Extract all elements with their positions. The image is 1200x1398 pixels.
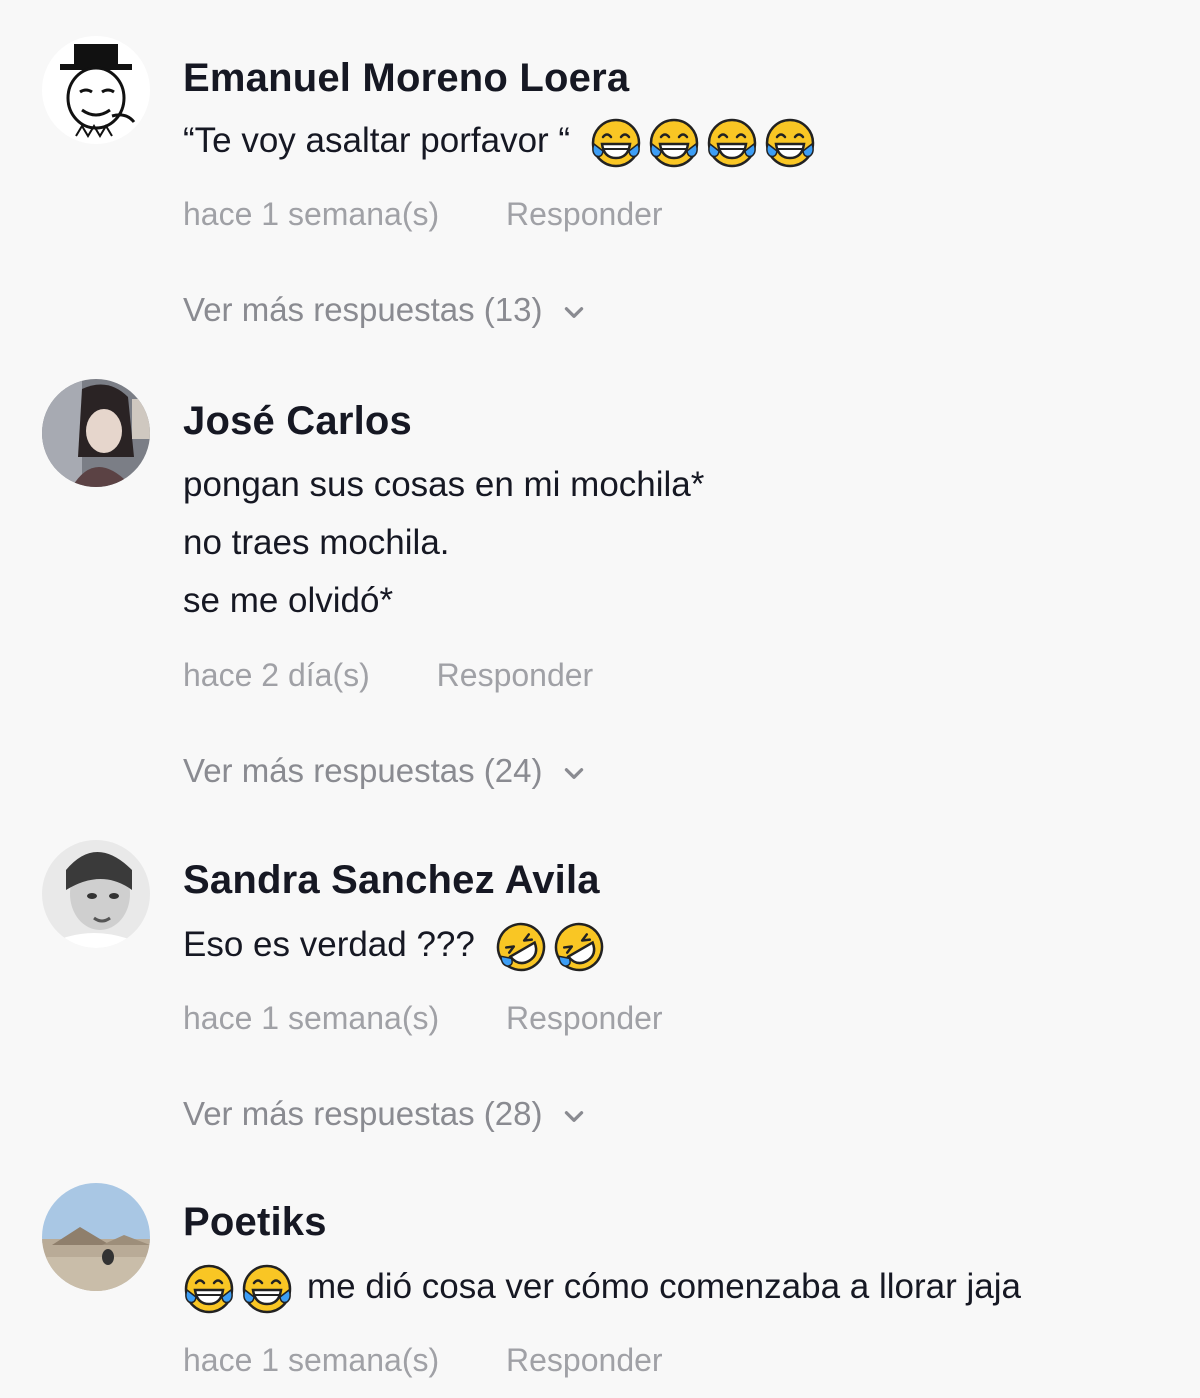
reply-button[interactable]: Responder	[506, 1000, 663, 1036]
view-more-replies-button[interactable]: Ver más respuestas (28)	[183, 1094, 587, 1134]
avatar[interactable]	[42, 840, 150, 948]
comment-text-line: pongan sus cosas en mi mochila*	[183, 465, 705, 504]
comment-meta: hace 1 semana(s) Responder	[183, 998, 663, 1038]
face-with-tears-of-joy-icon	[590, 117, 642, 169]
rolling-on-floor-laughing-icon	[495, 921, 547, 973]
username[interactable]: Poetiks	[183, 1198, 327, 1246]
timestamp: hace 1 semana(s)	[183, 1342, 440, 1378]
reply-button[interactable]: Responder	[506, 1342, 663, 1378]
comment-text: Eso es verdad ???	[183, 916, 611, 974]
view-more-replies-label: Ver más respuestas (13)	[183, 291, 543, 328]
comment-text: pongan sus cosas en mi mochila* no traes…	[183, 456, 704, 630]
comment-text-line: se me olvidó*	[183, 581, 394, 620]
timestamp: hace 1 semana(s)	[183, 196, 440, 232]
comment-text-line: me dió cosa ver cómo comenzaba a llorar …	[307, 1267, 1021, 1306]
timestamp: hace 1 semana(s)	[183, 1000, 440, 1036]
username[interactable]: Emanuel Moreno Loera	[183, 54, 629, 102]
comment-text-line: no traes mochila.	[183, 523, 450, 562]
comment-meta: hace 2 día(s) Responder	[183, 655, 593, 695]
rolling-on-floor-laughing-icon	[553, 921, 605, 973]
comment-text-line: Eso es verdad ???	[183, 925, 475, 964]
face-with-tears-of-joy-icon	[183, 1263, 235, 1315]
chevron-down-icon	[561, 760, 587, 786]
face-with-tears-of-joy-icon	[241, 1263, 293, 1315]
view-more-replies-label: Ver más respuestas (24)	[183, 752, 543, 789]
avatar[interactable]	[42, 36, 150, 144]
chevron-down-icon	[561, 1103, 587, 1129]
timestamp: hace 2 día(s)	[183, 657, 370, 693]
reply-button[interactable]: Responder	[437, 657, 594, 693]
view-more-replies-button[interactable]: Ver más respuestas (13)	[183, 290, 587, 330]
chevron-down-icon	[561, 299, 587, 325]
view-more-replies-button[interactable]: Ver más respuestas (24)	[183, 751, 587, 791]
username[interactable]: Sandra Sanchez Avila	[183, 856, 600, 904]
avatar[interactable]	[42, 1183, 150, 1291]
comment-meta: hace 1 semana(s) Responder	[183, 1340, 663, 1380]
comment-text-line: “Te voy asaltar porfavor “	[183, 121, 571, 160]
comment-text: me dió cosa ver cómo comenzaba a llorar …	[183, 1258, 1021, 1316]
face-with-tears-of-joy-icon	[764, 117, 816, 169]
username[interactable]: José Carlos	[183, 397, 412, 445]
comment-text: “Te voy asaltar porfavor “	[183, 112, 822, 170]
view-more-replies-label: Ver más respuestas (28)	[183, 1095, 543, 1132]
face-with-tears-of-joy-icon	[706, 117, 758, 169]
avatar[interactable]	[42, 379, 150, 487]
face-with-tears-of-joy-icon	[648, 117, 700, 169]
comment-meta: hace 1 semana(s) Responder	[183, 194, 663, 234]
reply-button[interactable]: Responder	[506, 196, 663, 232]
